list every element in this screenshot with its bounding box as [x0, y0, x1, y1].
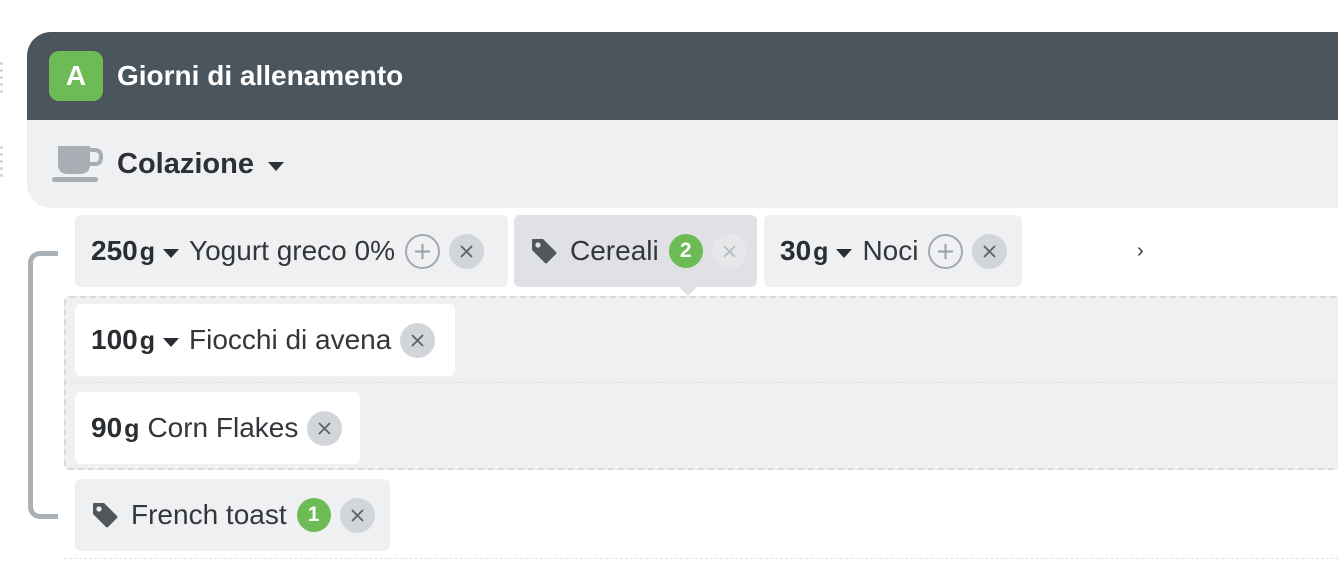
remove-button[interactable]: [400, 322, 436, 358]
plan-title[interactable]: Giorni di allenamento: [117, 60, 403, 92]
tag-chip[interactable]: French toast 1: [75, 479, 390, 551]
food-name: Noci: [862, 235, 919, 266]
tag-icon: [532, 239, 557, 264]
food-quantity[interactable]: 250g: [91, 235, 155, 267]
food-quantity[interactable]: 30g: [780, 235, 828, 267]
plus-icon: [938, 243, 954, 259]
close-icon: [411, 333, 424, 347]
selection-pointer: [678, 286, 698, 296]
food-quantity[interactable]: 90g: [91, 412, 139, 444]
drag-handle[interactable]: [0, 146, 4, 177]
row-divider: [64, 558, 1338, 559]
tag-count-badge: 2: [668, 234, 703, 268]
plus-icon: [415, 243, 430, 259]
food-name: Fiocchi di avena: [189, 324, 392, 355]
food-chip[interactable]: 90g Corn Flakes: [75, 392, 360, 464]
tag-count-badge: 1: [296, 498, 331, 532]
remove-button[interactable]: [711, 233, 747, 269]
meal-title[interactable]: Colazione: [117, 148, 254, 181]
food-chip[interactable]: 30g Noci: [764, 215, 1022, 287]
quantity-dropdown-icon[interactable]: [163, 337, 179, 347]
food-chip[interactable]: 250g Yogurt greco 0%: [75, 215, 508, 287]
quantity-dropdown-icon[interactable]: [163, 248, 179, 258]
tag-chip[interactable]: Cereali 2: [514, 215, 757, 287]
meal-row: Colazione: [27, 120, 1338, 208]
close-icon: [983, 244, 997, 258]
tag-name: French toast: [131, 499, 287, 530]
meal-plan-view: A Giorni di allenamento Colazione 250g Y…: [0, 0, 1338, 564]
remove-button[interactable]: [339, 497, 375, 533]
close-icon: [318, 421, 332, 435]
food-quantity[interactable]: 100g: [91, 324, 155, 356]
tag-name: Cereali: [570, 235, 659, 266]
food-name: Corn Flakes: [147, 412, 299, 443]
remove-button[interactable]: [972, 233, 1008, 269]
group-bracket: [28, 251, 58, 519]
food-chip[interactable]: 100g Fiocchi di avena: [75, 304, 455, 376]
close-icon: [460, 244, 473, 258]
quantity-dropdown-icon[interactable]: [836, 248, 853, 258]
remove-button[interactable]: [449, 233, 484, 269]
coffee-cup-icon: [52, 146, 104, 182]
add-alternative-button[interactable]: [928, 233, 964, 269]
drag-handle[interactable]: [0, 62, 4, 93]
meal-dropdown-icon[interactable]: [267, 161, 284, 171]
close-icon: [723, 244, 736, 258]
plan-card: A Giorni di allenamento Colazione: [27, 32, 1338, 208]
food-name: Yogurt greco 0%: [189, 235, 395, 266]
scroll-right-icon[interactable]: ›: [1137, 240, 1144, 263]
add-alternative-button[interactable]: [405, 233, 440, 269]
tag-icon: [93, 503, 118, 528]
close-icon: [351, 508, 364, 522]
plan-header: A Giorni di allenamento: [27, 32, 1338, 120]
remove-button[interactable]: [307, 410, 343, 446]
group-divider: [66, 382, 1338, 383]
plan-badge: A: [49, 51, 103, 101]
